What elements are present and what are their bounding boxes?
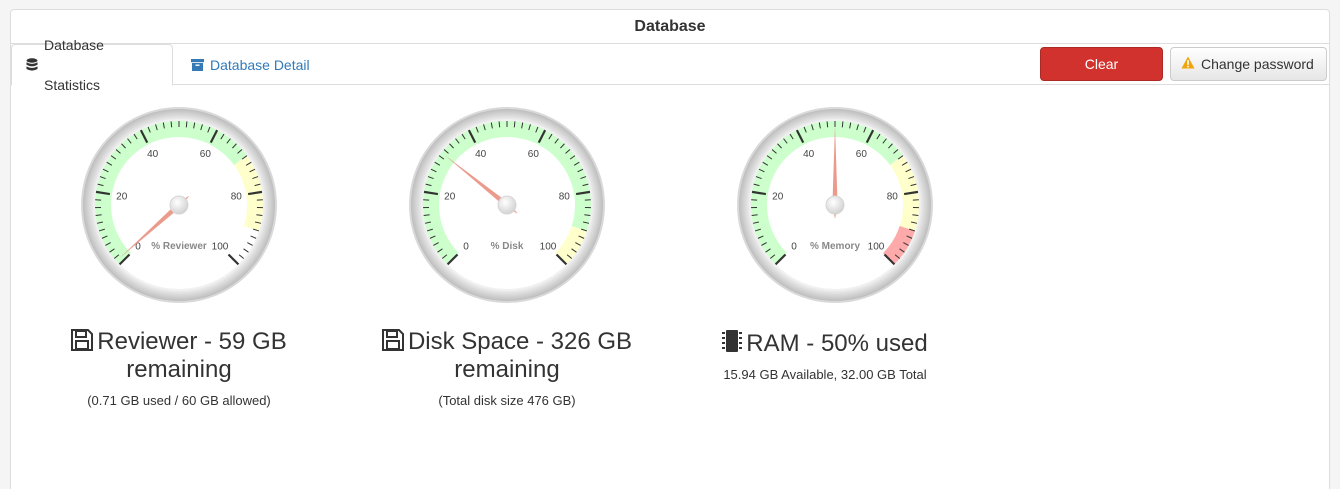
reviewer-gauge-block: 020406080100% Reviewer Reviewer - 59 GB … [14, 105, 344, 408]
gauge-tick-label: 80 [559, 191, 571, 202]
gauge-tick-label: 20 [444, 191, 456, 202]
gauge-label: % Disk [491, 241, 524, 252]
floppy-disk-icon [71, 329, 93, 357]
clear-database-button[interactable]: Clear Database [1040, 47, 1163, 81]
panel-title: Database [11, 10, 1329, 44]
disk-gauge: 0 20 40 60 80 100 % Disk [407, 105, 607, 305]
change-password-label: Change password [1201, 48, 1314, 80]
gauge-tick-label: 40 [147, 149, 159, 160]
tab-label: Database Statistics [44, 25, 158, 105]
gauge-tick-label: 0 [791, 242, 797, 253]
memory-gauge: 0 20 40 60 80 100 % Memory [735, 105, 935, 305]
gauge-tick-label: 100 [540, 242, 557, 253]
gauge-minor-tick [827, 121, 828, 127]
archive-icon [191, 59, 204, 71]
tab-database-detail[interactable]: Database Detail [177, 44, 324, 85]
floppy-disk-icon [382, 329, 404, 357]
gauge-tick-label: 0 [463, 242, 469, 253]
gauge-label: % Reviewer [151, 241, 207, 252]
reviewer-gauge: 020406080100% Reviewer [79, 105, 279, 305]
gauge-tick-label: 60 [528, 149, 540, 160]
gauge-minor-tick [514, 121, 515, 127]
warning-icon [1181, 48, 1195, 80]
disk-title-line2: remaining [454, 356, 559, 383]
tab-database-statistics[interactable]: Database Statistics [11, 44, 173, 86]
tab-label: Database Detail [210, 45, 310, 85]
memory-title: RAM - 50% used [650, 329, 1000, 359]
gauge-tick-label: 40 [475, 149, 487, 160]
memory-gauge-block: 020406080100% Memory RAM - 50% used 15.9… [670, 105, 1000, 382]
gauge-tick-label: 40 [803, 149, 815, 160]
gauge-minor-tick [499, 121, 500, 127]
gauge-hub [498, 196, 516, 214]
gauge-tick-label: 60 [856, 149, 868, 160]
database-panel: Database Database Statistics Database D [10, 9, 1330, 489]
gauge-tick-label: 20 [116, 191, 128, 202]
gauge-minor-tick [171, 121, 172, 127]
gauge-label: % Memory [810, 241, 860, 252]
gauge-tick-label: 100 [212, 242, 229, 253]
gauge-tick-label: 60 [200, 149, 212, 160]
tab-bar: Database Statistics Database Detail Clea… [11, 44, 1329, 85]
gauge-hub [170, 196, 188, 214]
gauge-tick-label: 80 [231, 191, 243, 202]
reviewer-subtitle: (0.71 GB used / 60 GB allowed) [14, 393, 344, 408]
gauge-minor-tick [842, 121, 843, 127]
disk-gauge-block: 0 20 40 60 80 100 % Disk Disk Space - 326 GB r… [342, 105, 672, 408]
disk-title-line1: Disk Space - 326 GB [408, 328, 632, 355]
reviewer-title-line1: Reviewer - 59 GB [97, 328, 286, 355]
gauge-minor-tick [186, 121, 187, 127]
gauge-tick-label: 100 [868, 242, 885, 253]
disk-title: Disk Space - 326 GB remaining [342, 329, 672, 383]
gauge-tick-label: 80 [887, 191, 899, 202]
gauge-hub [826, 196, 844, 214]
memory-chip-icon [722, 329, 742, 359]
database-icon [26, 58, 38, 72]
gauge-tick-label: 20 [772, 191, 784, 202]
reviewer-title: Reviewer - 59 GB remaining [14, 329, 344, 383]
reviewer-title-line2: remaining [126, 356, 231, 383]
disk-subtitle: (Total disk size 476 GB) [342, 393, 672, 408]
memory-subtitle: 15.94 GB Available, 32.00 GB Total [650, 367, 1000, 382]
memory-title-line1: RAM - 50% used [746, 330, 927, 357]
change-password-button[interactable]: Change password [1170, 47, 1327, 81]
